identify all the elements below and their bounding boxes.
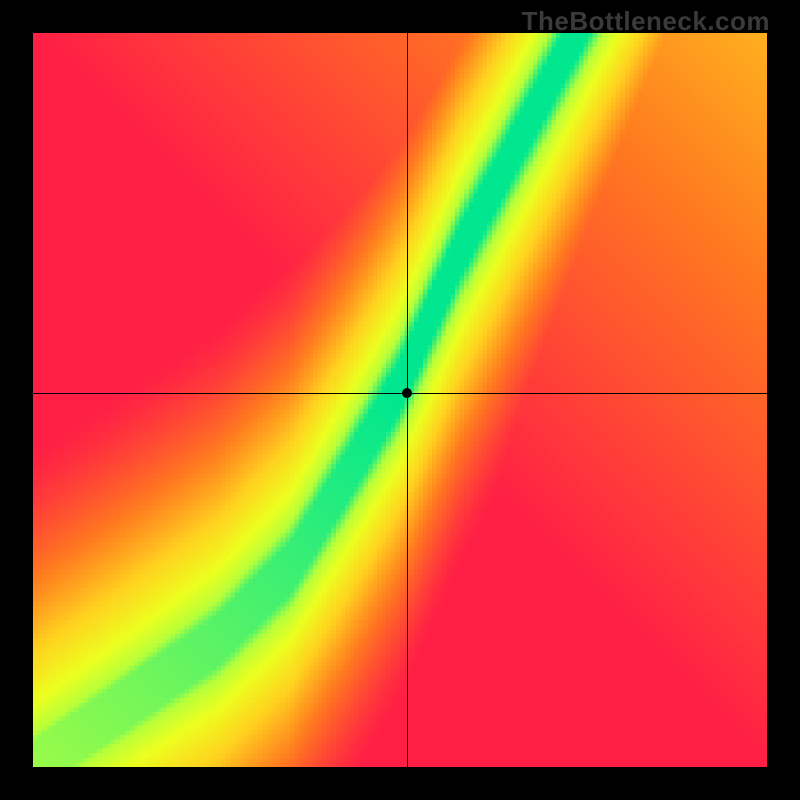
crosshair-marker <box>402 388 412 398</box>
heatmap-plot <box>33 33 767 767</box>
watermark-text: TheBottleneck.com <box>522 6 770 37</box>
crosshair-horizontal <box>33 393 767 394</box>
chart-frame: TheBottleneck.com <box>0 0 800 800</box>
heatmap-canvas <box>33 33 767 767</box>
crosshair-vertical <box>407 33 408 767</box>
